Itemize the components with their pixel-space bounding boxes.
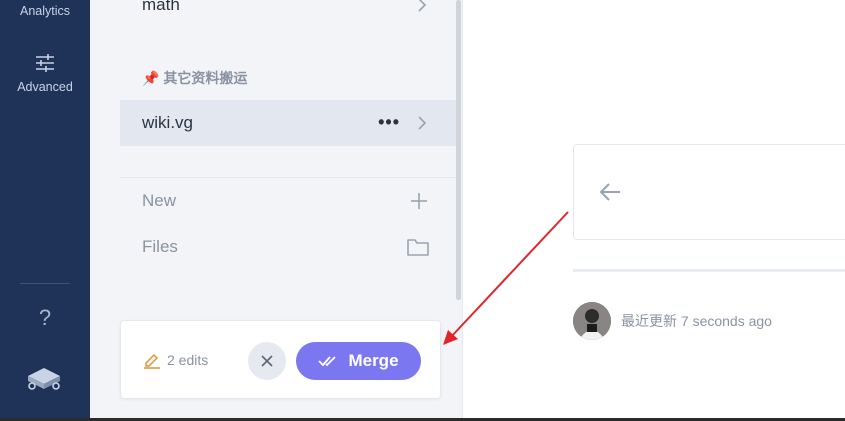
files-label: Files bbox=[142, 237, 178, 256]
double-check-icon bbox=[318, 356, 337, 367]
rail-divider bbox=[20, 283, 70, 284]
rail-advanced-label: Advanced bbox=[17, 80, 73, 94]
last-updated: 最近更新 7 seconds ago bbox=[573, 302, 772, 340]
sliders-icon bbox=[36, 54, 54, 72]
pencil-icon bbox=[144, 354, 160, 369]
last-updated-text: 最近更新 7 seconds ago bbox=[621, 313, 772, 329]
rail-analytics-label: Analytics bbox=[19, 4, 71, 18]
help-icon[interactable]: ? bbox=[0, 305, 90, 331]
merge-label: Merge bbox=[348, 351, 399, 370]
edits-toolbar: 2 edits Merge bbox=[120, 320, 441, 399]
merge-button[interactable]: Merge bbox=[296, 342, 421, 380]
chevron-right-icon[interactable] bbox=[416, 114, 428, 132]
new-item-button[interactable]: New bbox=[142, 186, 442, 216]
sidebar-item-wiki[interactable]: wiki.vg ••• bbox=[120, 100, 456, 146]
rail-advanced[interactable]: Advanced bbox=[0, 52, 90, 98]
back-card[interactable] bbox=[573, 144, 845, 240]
rail-analytics[interactable]: Analytics bbox=[0, 0, 90, 32]
sidebar-item-label: wiki.vg bbox=[142, 113, 194, 132]
sidebar-scrollbar[interactable] bbox=[456, 0, 461, 300]
sidebar-item-math[interactable]: math bbox=[120, 0, 456, 28]
more-icon[interactable]: ••• bbox=[378, 112, 400, 133]
sidebar-divider bbox=[120, 177, 456, 178]
chevron-right-icon bbox=[418, 0, 427, 12]
back-arrow-icon[interactable] bbox=[598, 182, 622, 202]
edits-count: 2 edits bbox=[167, 352, 209, 368]
app-rail: Analytics Advanced ? bbox=[0, 0, 90, 421]
section-title-text: 其它资料搬运 bbox=[163, 70, 248, 86]
sidebar-item-label: math bbox=[142, 0, 180, 14]
folder-icon bbox=[407, 239, 429, 256]
logo-icon[interactable] bbox=[24, 362, 64, 403]
avatar[interactable] bbox=[573, 302, 611, 340]
plus-icon bbox=[411, 193, 427, 209]
content-divider bbox=[573, 269, 845, 272]
close-icon bbox=[261, 355, 273, 367]
discard-button[interactable] bbox=[248, 342, 286, 380]
pin-icon: 📌 bbox=[142, 70, 160, 86]
edits-info[interactable]: 2 edits bbox=[143, 351, 208, 369]
section-title: 📌 其它资料搬运 bbox=[142, 68, 247, 88]
new-label: New bbox=[142, 191, 177, 210]
files-button[interactable]: Files bbox=[142, 232, 442, 262]
